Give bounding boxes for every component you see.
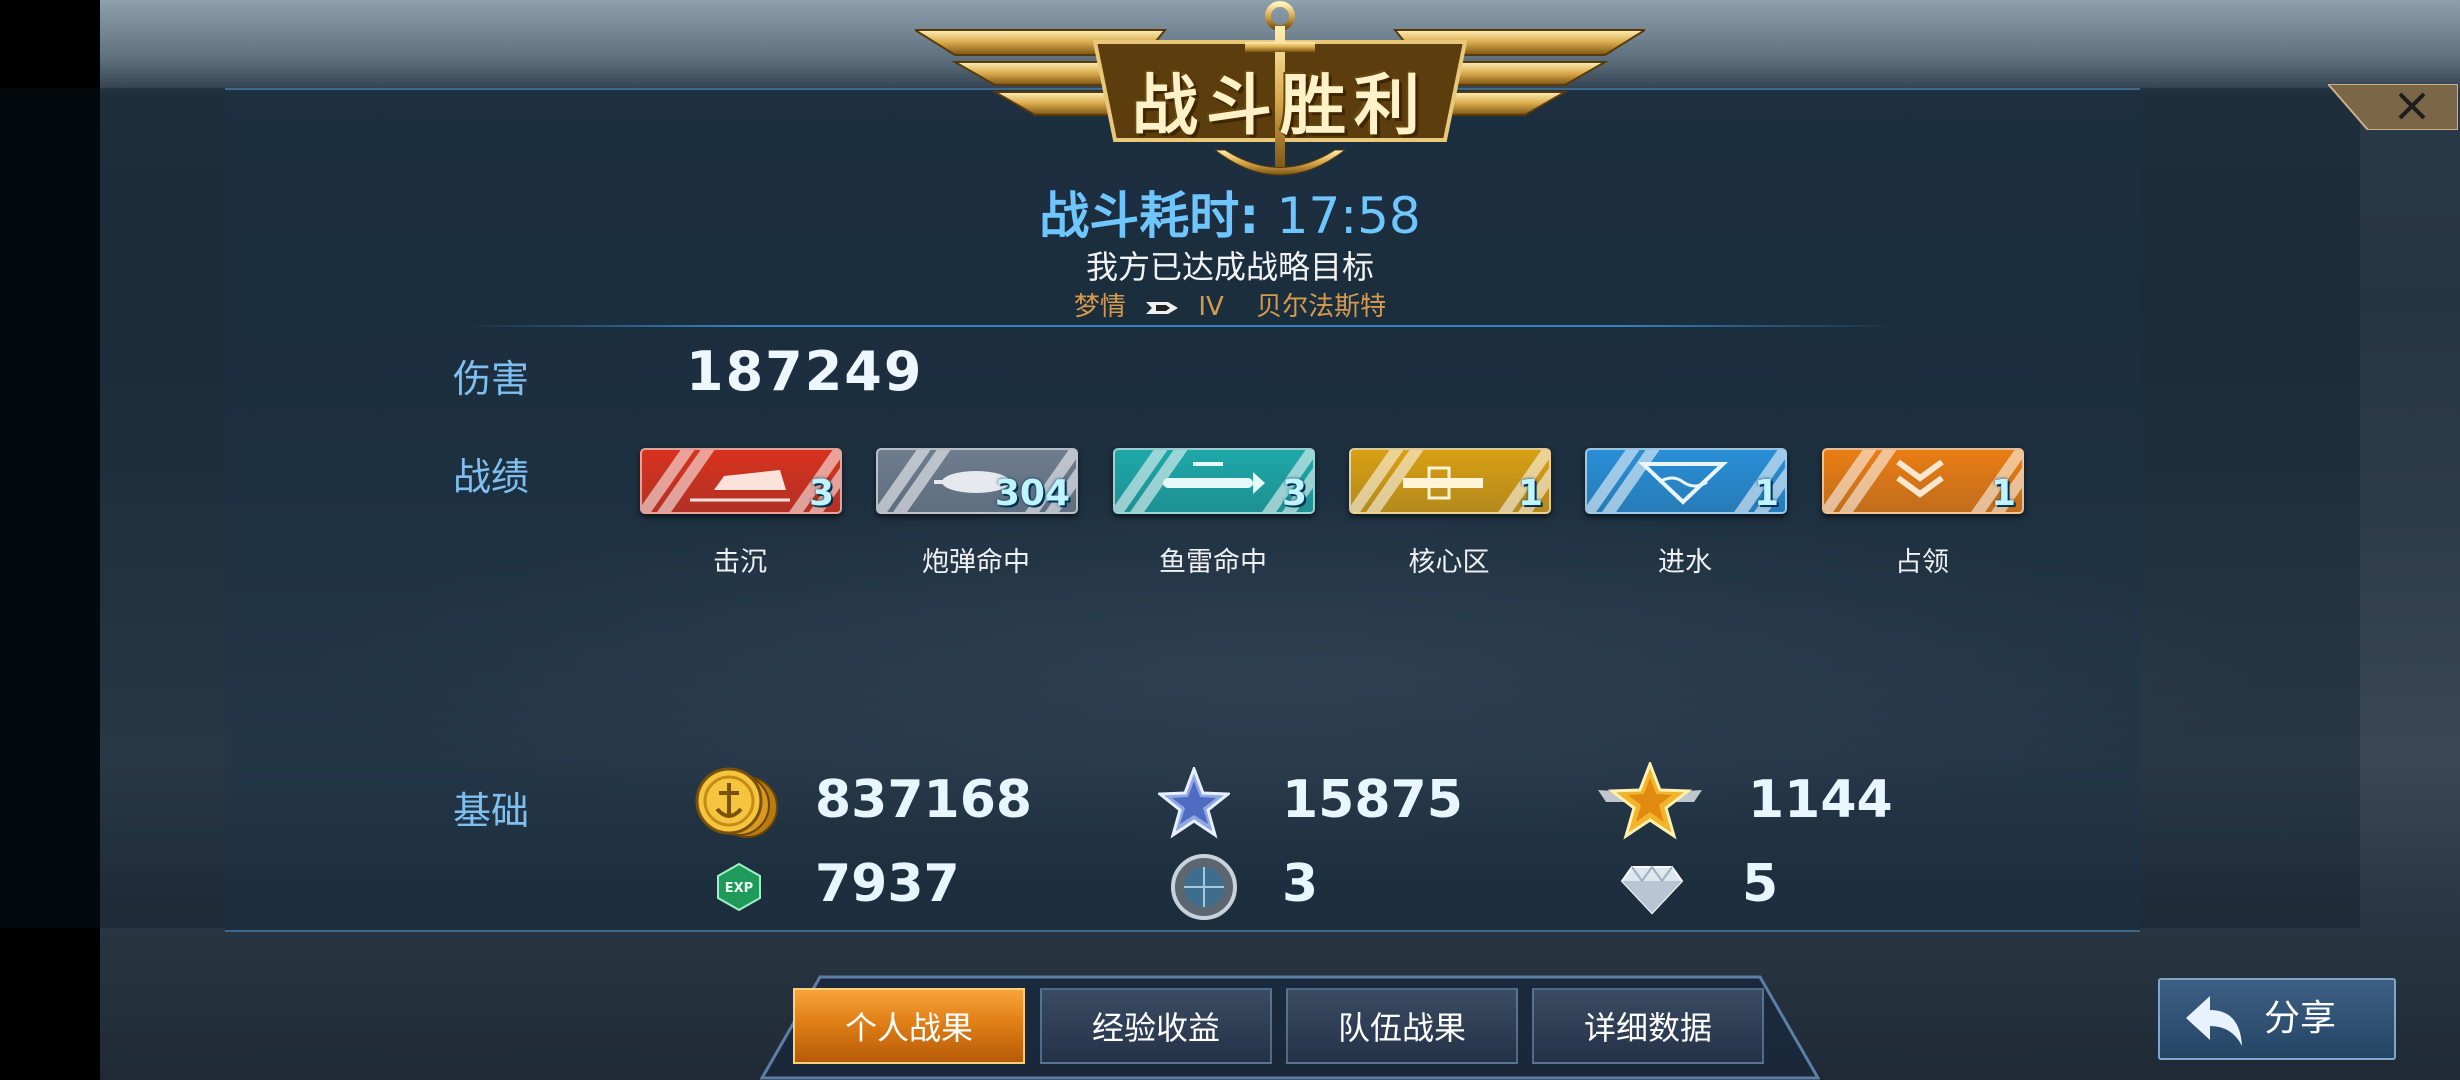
exp-icon: EXP (717, 862, 761, 912)
battle-time-value: 17:58 (1276, 187, 1421, 245)
ship-sinking-icon (680, 470, 790, 502)
record-badge: 1 (1349, 448, 1551, 514)
tokens-value: 3 (1282, 854, 1319, 914)
goal-text: 我方已达成战略目标 (1085, 248, 1374, 286)
tab-exp-income[interactable]: 经验收益 (1040, 988, 1272, 1064)
silver-coin-icon (695, 767, 778, 838)
rank-points-value: 1144 (1748, 770, 1893, 830)
diamond-icon (1620, 865, 1684, 915)
citadel-icon (1403, 466, 1483, 500)
record-badge: 304 (876, 448, 1078, 514)
tab-team-results[interactable]: 队伍战果 (1286, 988, 1518, 1064)
flooding-icon (1637, 462, 1729, 505)
record-count: 1 (1753, 473, 1779, 514)
tab-detailed-data[interactable]: 详细数据 (1532, 988, 1764, 1064)
token-globe-icon (1171, 854, 1237, 920)
star-points-icon (1158, 767, 1230, 839)
battle-time: 战斗耗时: 17:58 (0, 176, 2460, 248)
header-divider (460, 325, 1900, 327)
player-name: 梦情 (1073, 292, 1126, 322)
record-count: 304 (994, 473, 1070, 514)
damage-label: 伤害 (453, 357, 530, 401)
record-label: 战绩 (453, 455, 530, 499)
share-arrow-icon (2186, 996, 2242, 1046)
nation-flag-icon (1146, 301, 1179, 314)
record-badge: 1 (1585, 448, 1787, 514)
record-label-text: 炮弹命中 (922, 547, 1030, 578)
record-label-text: 击沉 (713, 547, 767, 578)
exp-value: 7937 (815, 854, 960, 914)
capture-chevron-icon (1896, 459, 1944, 498)
ship-info: 梦情 IV 贝尔法斯特 (0, 286, 2460, 323)
battle-time-label: 战斗耗时: (1039, 187, 1260, 245)
tab-personal-results[interactable]: 个人战果 (793, 988, 1025, 1064)
damage-value: 187249 (686, 340, 924, 403)
record-label-text: 核心区 (1408, 547, 1490, 578)
basic-label: 基础 (453, 789, 530, 833)
record-label-text: 进水 (1658, 547, 1712, 578)
record-count: 1 (1517, 473, 1543, 514)
star-points-value: 15875 (1282, 770, 1463, 830)
ship-name: 贝尔法斯特 (1256, 292, 1387, 322)
diamonds-value: 5 (1742, 854, 1779, 914)
ship-tier: IV (1198, 292, 1224, 322)
share-button[interactable]: 分享 (2158, 978, 2396, 1060)
record-count: 3 (808, 473, 834, 514)
victory-title: 战斗胜利 (1132, 67, 1428, 144)
silver-value: 837168 (815, 770, 1033, 830)
share-label: 分享 (2264, 998, 2337, 1039)
record-count: 3 (1281, 473, 1307, 514)
record-count: 1 (1990, 473, 2016, 514)
svg-text:EXP: EXP (725, 881, 753, 896)
rank-star-icon (1598, 762, 1702, 840)
close-button[interactable] (2328, 84, 2458, 130)
record-label-text: 占领 (1895, 547, 1949, 578)
torpedo-icon (1163, 462, 1265, 494)
record-badge: 3 (1113, 448, 1315, 514)
record-badge: 3 (640, 448, 842, 514)
record-badge: 1 (1822, 448, 2024, 514)
record-label-text: 鱼雷命中 (1159, 547, 1267, 578)
victory-banner: 战斗胜利 (915, 0, 1645, 185)
